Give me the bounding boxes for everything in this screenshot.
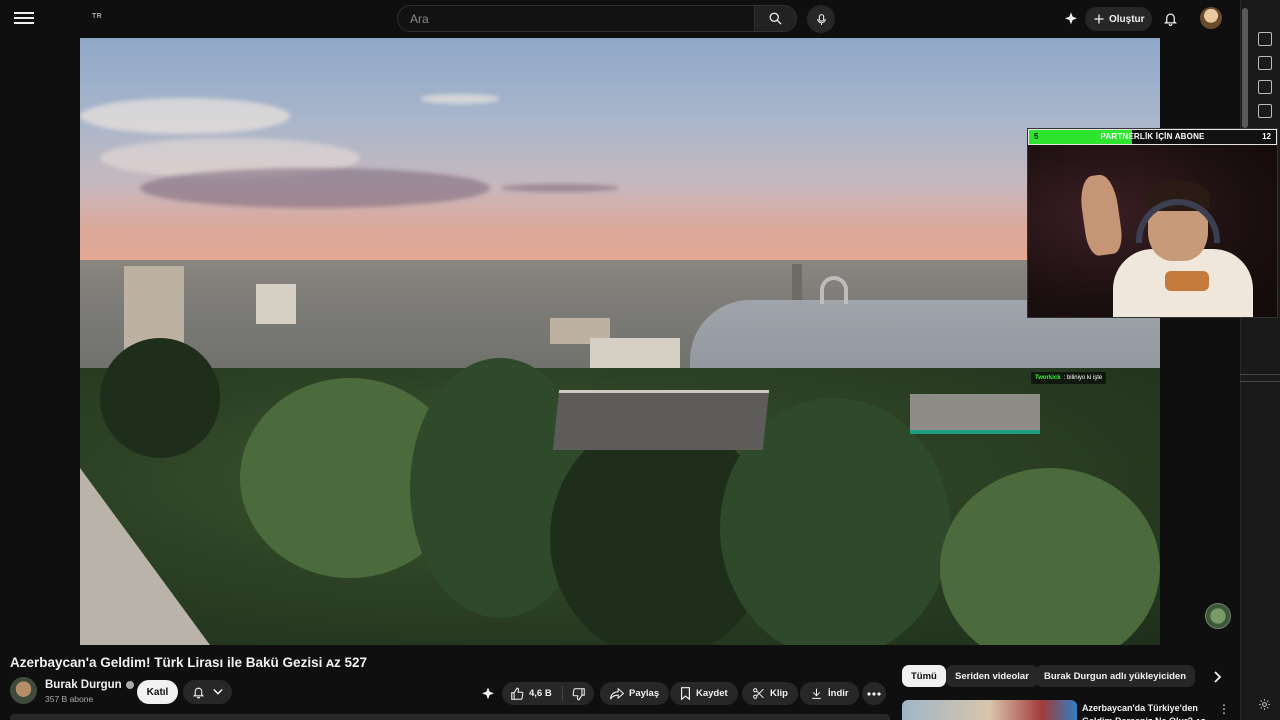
gear-icon[interactable] (1258, 698, 1271, 716)
hamburger-icon[interactable] (14, 9, 34, 27)
dislike-button[interactable] (563, 687, 586, 701)
account-avatar[interactable] (1200, 7, 1222, 29)
channel-watermark[interactable] (1205, 603, 1231, 629)
cloud (420, 94, 500, 104)
save-label: Kaydet (696, 688, 728, 699)
recommendation-thumbnail[interactable] (902, 700, 1077, 720)
create-label: Oluştur (1109, 13, 1145, 25)
sparkle-icon[interactable] (1062, 10, 1080, 28)
search-icon (769, 12, 782, 25)
sidebar-tool-icon-4[interactable] (1258, 104, 1272, 118)
recommendation-title[interactable]: Azerbaycan'da Türkiye'den Geldim Derseni… (1082, 702, 1208, 720)
share-button[interactable]: Paylaş (600, 682, 670, 705)
cloud (500, 184, 620, 192)
sidebar-tool-icon-2[interactable] (1258, 56, 1272, 70)
like-count: 4,6 B (529, 688, 552, 699)
bookmark-icon (681, 687, 690, 700)
recommendation-menu-icon[interactable]: ⋮ (1218, 702, 1230, 716)
bell-icon[interactable] (1161, 9, 1179, 28)
subscription-bell-button[interactable] (183, 680, 232, 704)
scissors-icon (753, 688, 764, 699)
more-actions-button[interactable] (862, 682, 886, 705)
chip-all[interactable]: Tümü (902, 665, 946, 687)
mic-icon (816, 13, 826, 25)
cloud (80, 98, 290, 134)
subscriber-count: 357 B abone (45, 694, 94, 704)
tree (100, 338, 220, 458)
video-player[interactable] (80, 38, 1160, 645)
description-box[interactable] (10, 714, 890, 720)
building-roof (552, 390, 770, 450)
chevron-down-icon (213, 688, 223, 695)
building (792, 264, 802, 300)
channel-name-row[interactable]: Burak Durgun (45, 679, 134, 691)
cloud (140, 168, 490, 208)
thumbs-up-icon (511, 687, 524, 700)
channel-avatar[interactable] (10, 677, 37, 704)
sidebar-tool-icon-1[interactable] (1258, 32, 1272, 46)
building (820, 276, 848, 304)
chat-message: Tworkick : biliniyo ki işte (1031, 372, 1107, 384)
chat-text: : biliniyo ki işte (1063, 375, 1103, 381)
share-label: Paylaş (629, 688, 660, 699)
voice-search-button[interactable] (807, 5, 835, 33)
like-button[interactable]: 4,6 B (502, 686, 563, 701)
save-button[interactable]: Kaydet (670, 682, 738, 705)
search-button[interactable] (755, 5, 797, 32)
subscriber-goal-bar: 5 PARTNERLİK İÇİN ABONE 12 (1028, 129, 1277, 145)
chips-next-button[interactable] (1208, 667, 1228, 687)
search-input[interactable] (410, 6, 754, 31)
channel-name[interactable]: Burak Durgun (45, 679, 122, 691)
chip-uploader[interactable]: Burak Durgun adlı yükleyiciden (1035, 665, 1196, 687)
ask-sparkle-icon[interactable] (480, 686, 496, 707)
clip-button[interactable]: Klip (742, 682, 798, 705)
scrollbar-thumb[interactable] (1242, 8, 1248, 128)
country-code: TR (92, 13, 102, 20)
share-icon (610, 687, 624, 699)
building (256, 284, 296, 324)
download-label: İndir (828, 688, 849, 699)
sidebar-tool-icon-3[interactable] (1258, 80, 1272, 94)
search-field[interactable] (397, 5, 755, 32)
clip-label: Klip (770, 688, 788, 699)
chip-series[interactable]: Seriden videolar (946, 665, 1038, 687)
sidebar-divider (1240, 374, 1280, 382)
download-icon (812, 688, 821, 699)
bell-icon (192, 687, 205, 699)
goal-label: PARTNERLİK İÇİN ABONE (1100, 132, 1205, 141)
goal-target: 12 (1262, 132, 1271, 141)
create-button[interactable]: Oluştur (1085, 7, 1152, 31)
plus-icon (1094, 14, 1104, 24)
chat-user: Tworkick (1035, 375, 1061, 381)
webcam-overlay: 5 PARTNERLİK İÇİN ABONE 12 (1027, 128, 1278, 318)
shirt-print (1165, 271, 1209, 291)
thumbs-down-icon (572, 687, 585, 700)
join-button[interactable]: Katıl (137, 680, 178, 704)
top-bar: TR Oluştur (0, 0, 1240, 37)
stadium (910, 394, 1040, 434)
download-button[interactable]: İndir (800, 682, 859, 705)
verified-icon (125, 681, 134, 689)
more-horizontal-icon (867, 691, 881, 696)
video-title: Azerbaycan'a Geldim! Türk Lirası ile Bak… (10, 655, 368, 670)
like-dislike-group: 4,6 B (502, 682, 594, 705)
chevron-right-icon (1214, 671, 1222, 683)
